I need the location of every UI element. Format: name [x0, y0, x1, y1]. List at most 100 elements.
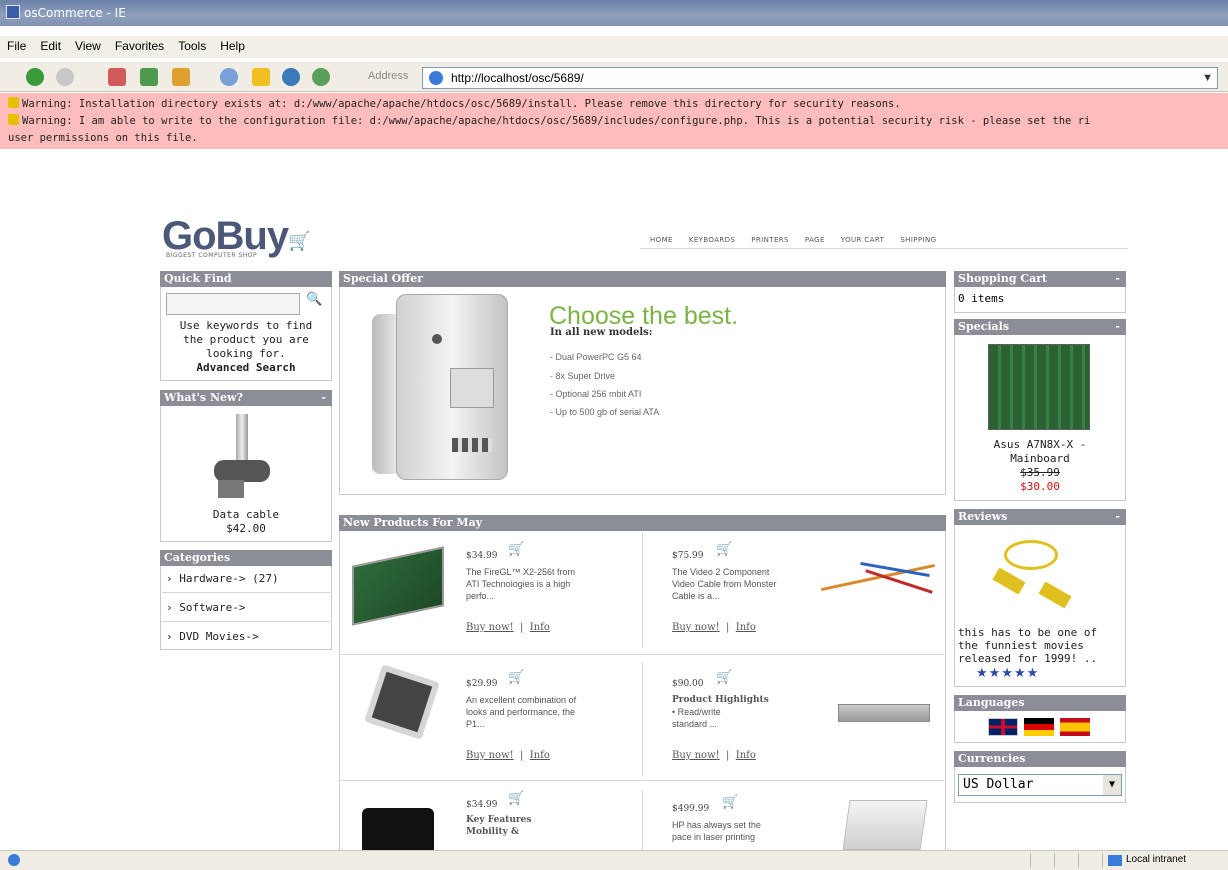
languages-header: Languages	[954, 695, 1126, 711]
product-price: $34.99	[466, 800, 498, 810]
chevron-down-icon[interactable]: ▼	[1202, 68, 1213, 88]
currency-select[interactable]: US Dollar ▼	[958, 774, 1122, 796]
cart-icon[interactable]: 🛒	[508, 670, 524, 685]
cart-icon[interactable]: 🛒	[508, 791, 524, 806]
nav-printers[interactable]: PRINTERS	[751, 236, 789, 244]
divider	[162, 621, 330, 622]
product-desc: HP has always set the pace in laser print…	[672, 820, 761, 842]
info-link[interactable]: Info	[736, 622, 756, 633]
menu-tools[interactable]: Tools	[171, 36, 213, 53]
nav-home[interactable]: HOME	[650, 236, 673, 244]
intranet-icon	[1108, 855, 1122, 866]
chevron-down-icon[interactable]: ▼	[1103, 775, 1121, 795]
menu-favorites[interactable]: Favorites	[108, 36, 171, 53]
category-dvd-movies[interactable]: › DVD Movies->	[166, 630, 259, 643]
cart-icon[interactable]: 🛒	[722, 795, 738, 810]
power-mac-image[interactable]	[372, 294, 512, 484]
cable-review-image[interactable]	[992, 540, 1074, 610]
nav-page[interactable]: PAGE	[805, 236, 825, 244]
info-link[interactable]: Info	[530, 750, 550, 761]
refresh-icon[interactable]	[140, 68, 158, 86]
categories-header: Categories	[160, 550, 332, 566]
currency-selected: US Dollar	[963, 777, 1034, 792]
special-old-price: $35.99	[1020, 466, 1060, 479]
laptop-image[interactable]	[362, 808, 434, 850]
category-label: DVD Movies->	[179, 630, 259, 643]
currencies-header: Currencies	[954, 751, 1126, 767]
flag-german-icon[interactable]	[1024, 718, 1054, 736]
special-name[interactable]: Mainboard	[958, 452, 1122, 466]
window-title: osCommerce - IE	[24, 6, 126, 20]
cart-icon[interactable]: 🛒	[716, 670, 732, 685]
laser-printer-image[interactable]	[842, 800, 928, 850]
minimize-icon[interactable]: -	[321, 390, 326, 406]
product-name[interactable]: Data cable	[164, 508, 328, 522]
flag-english-icon[interactable]	[988, 718, 1018, 736]
product-price: $34.99	[466, 551, 498, 561]
menu-edit[interactable]: Edit	[33, 36, 68, 53]
address-bar[interactable]: http://localhost/osc/5689/ ▼	[422, 67, 1218, 89]
back-icon[interactable]	[26, 68, 44, 86]
special-new-price: $30.00	[1020, 480, 1060, 493]
page-icon	[8, 854, 20, 866]
category-hardware[interactable]: › Hardware-> (27)	[166, 572, 279, 585]
product-price: $29.99	[466, 679, 498, 689]
history-icon[interactable]	[312, 68, 330, 86]
address-url[interactable]: http://localhost/osc/5689/	[451, 71, 584, 85]
search-icon[interactable]	[220, 68, 238, 86]
whats-new-title: What's New?	[164, 391, 243, 404]
cart-icon[interactable]: 🛒	[716, 542, 732, 557]
quick-find-header: Quick Find	[160, 271, 332, 287]
warning-banner: Warning: Installation directory exists a…	[0, 93, 1228, 149]
menu-bar: File Edit View Favorites Tools Help	[0, 36, 1228, 58]
cart-icon[interactable]: 🛒	[508, 542, 524, 557]
menu-file[interactable]: File	[0, 36, 33, 53]
nav-your-cart[interactable]: YOUR CART	[841, 236, 885, 244]
whats-new-header: What's New? -	[160, 390, 332, 406]
forward-icon[interactable]	[56, 68, 74, 86]
divider	[642, 533, 643, 648]
menu-view[interactable]: View	[68, 36, 108, 53]
status-bar: Local intranet	[0, 850, 1228, 870]
buy-now-link[interactable]: Buy now!	[466, 622, 514, 633]
special-bullet: - Dual PowerPC G5 64	[550, 352, 642, 362]
media-icon[interactable]	[282, 68, 300, 86]
new-products-title: New Products For May	[343, 516, 483, 529]
languages-title: Languages	[958, 696, 1025, 709]
flag-spanish-icon[interactable]	[1060, 718, 1090, 736]
category-software[interactable]: › Software->	[166, 601, 245, 614]
minimize-icon[interactable]: -	[1115, 271, 1120, 287]
special-name[interactable]: Asus A7N8X-X -	[958, 438, 1122, 452]
nav-shipping[interactable]: SHIPPING	[900, 236, 936, 244]
search-icon[interactable]: 🔍	[306, 292, 322, 307]
data-cable-image[interactable]	[214, 414, 270, 504]
product-price: $42.00	[226, 522, 266, 535]
favorites-icon[interactable]	[252, 68, 270, 86]
ie-app-icon	[6, 5, 20, 19]
category-label: Software->	[179, 601, 246, 614]
stop-icon[interactable]	[108, 68, 126, 86]
currencies-title: Currencies	[958, 752, 1026, 765]
advanced-search-link[interactable]: Advanced Search	[164, 361, 328, 375]
reviews-title: Reviews	[958, 510, 1008, 523]
buy-now-link[interactable]: Buy now!	[466, 750, 514, 761]
buy-now-link[interactable]: Buy now!	[672, 750, 720, 761]
video-cable-image[interactable]	[820, 560, 936, 594]
product-desc: Key Features Mobility &	[466, 815, 532, 837]
minimize-icon[interactable]: -	[1115, 509, 1120, 525]
info-link[interactable]: Info	[530, 622, 550, 633]
home-icon[interactable]	[172, 68, 190, 86]
help-line: looking for.	[206, 347, 286, 360]
product-desc: Product Highlights • Read/write standard .…	[672, 695, 769, 729]
buy-now-link[interactable]: Buy now!	[672, 622, 720, 633]
review-text[interactable]: this has to be one of the funniest movies…	[958, 626, 1097, 665]
category-label: Hardware-> (27)	[179, 572, 279, 585]
info-link[interactable]: Info	[736, 750, 756, 761]
minimize-icon[interactable]: -	[1115, 319, 1120, 335]
menu-help[interactable]: Help	[213, 36, 252, 53]
drive-image[interactable]	[838, 704, 930, 722]
nav-keyboards[interactable]: KEYBOARDS	[689, 236, 735, 244]
mainboard-image[interactable]	[988, 344, 1090, 430]
specials-info: Asus A7N8X-X - Mainboard $35.99 $30.00	[958, 438, 1122, 494]
search-input[interactable]	[166, 293, 300, 315]
